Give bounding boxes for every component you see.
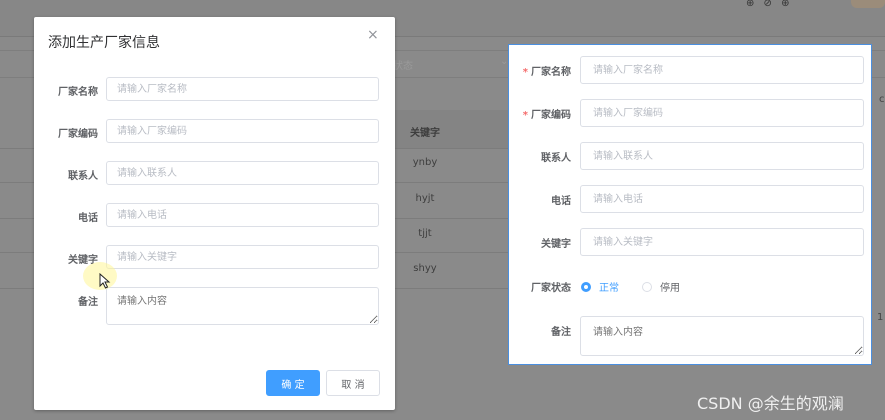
field-label: 厂家状态 — [531, 283, 571, 294]
field-label: 厂家编码 — [58, 129, 98, 140]
radio-unselected-icon — [642, 281, 652, 292]
field-label: 联系人 — [541, 153, 571, 164]
table-cell-keyword: shyy — [413, 263, 437, 274]
required-mark: * — [522, 67, 528, 78]
field-label: 备注 — [78, 297, 98, 308]
field-label: 关键字 — [541, 239, 571, 250]
background-edge-text: 1 — [877, 312, 884, 323]
keyword-input[interactable] — [580, 228, 864, 256]
field-label: 电话 — [551, 196, 571, 207]
form-row-manufacturer-code: * 厂家编码 — [509, 99, 873, 127]
form-row-remark: 备注 — [34, 287, 395, 325]
avatar — [851, 0, 885, 8]
field-label-text: 厂家名称 — [531, 67, 571, 78]
form-row-remark: 备注 — [509, 316, 873, 356]
watermark: CSDN @余生的观澜 — [697, 394, 844, 413]
form-row-manufacturer-code: 厂家编码 — [34, 119, 395, 145]
radio-selected-icon — [581, 281, 591, 292]
background-edge-text: c — [879, 94, 885, 105]
keyword-input[interactable] — [106, 245, 379, 269]
status-radio-disabled[interactable]: 停用 — [642, 279, 680, 294]
phone-input[interactable] — [580, 185, 864, 213]
cancel-button[interactable]: 取 消 — [326, 370, 380, 396]
table-cell-keyword: ynby — [412, 157, 438, 168]
mouse-pointer-icon — [99, 273, 111, 289]
required-mark: * — [522, 110, 528, 121]
field-label: 关键字 — [68, 255, 98, 266]
table-cell-keyword: tjjt — [418, 228, 432, 239]
form-row-manufacturer-name: * 厂家名称 — [509, 56, 873, 84]
manufacturer-form-panel: *厂家名称 *厂家编码 联系人 电话 关键字 厂家状态 正常 停用 备注 — [508, 44, 872, 365]
radio-label: 正常 — [599, 283, 619, 294]
form-row-manufacturer-name: 厂家名称 — [34, 77, 395, 103]
manufacturer-code-input[interactable] — [106, 119, 379, 143]
table-header-keyword: 关键字 — [410, 128, 440, 139]
field-label: * 厂家名称 — [509, 63, 571, 78]
form-row-keyword: 关键字 — [509, 228, 873, 256]
remark-textarea[interactable] — [106, 287, 379, 325]
manufacturer-name-input[interactable] — [106, 77, 379, 101]
remark-textarea[interactable] — [580, 316, 864, 356]
status-select-placeholder: 状态 — [393, 61, 413, 72]
dialog-title: 添加生产厂家信息 — [48, 35, 160, 51]
manufacturer-name-input[interactable] — [580, 56, 864, 84]
form-row-contact: 联系人 — [509, 142, 873, 170]
form-row-phone: 电话 — [509, 185, 873, 213]
form-row-contact: 联系人 — [34, 161, 395, 187]
contact-input[interactable] — [580, 142, 864, 170]
field-label: 厂家名称 — [58, 87, 98, 98]
radio-label: 停用 — [660, 283, 680, 294]
close-icon[interactable]: × — [367, 27, 379, 43]
table-cell-keyword: hyjt — [415, 193, 435, 204]
top-bar-icons: ⊕ ⊘ ⊕ — [746, 0, 793, 9]
field-label-text: 厂家编码 — [531, 110, 571, 121]
manufacturer-code-input[interactable] — [580, 99, 864, 127]
field-label: 备注 — [551, 327, 571, 338]
field-label: 联系人 — [68, 171, 98, 182]
phone-input[interactable] — [106, 203, 379, 227]
form-row-status: 厂家状态 正常 停用 — [509, 272, 873, 300]
contact-input[interactable] — [106, 161, 379, 185]
add-manufacturer-dialog: 添加生产厂家信息 × 厂家名称 厂家编码 联系人 电话 关键字 备注 确 定 取… — [34, 17, 395, 410]
confirm-button[interactable]: 确 定 — [266, 370, 320, 396]
field-label: * 厂家编码 — [509, 106, 571, 121]
status-radio-normal[interactable]: 正常 — [581, 279, 619, 294]
form-row-phone: 电话 — [34, 203, 395, 229]
field-label: 电话 — [78, 213, 98, 224]
